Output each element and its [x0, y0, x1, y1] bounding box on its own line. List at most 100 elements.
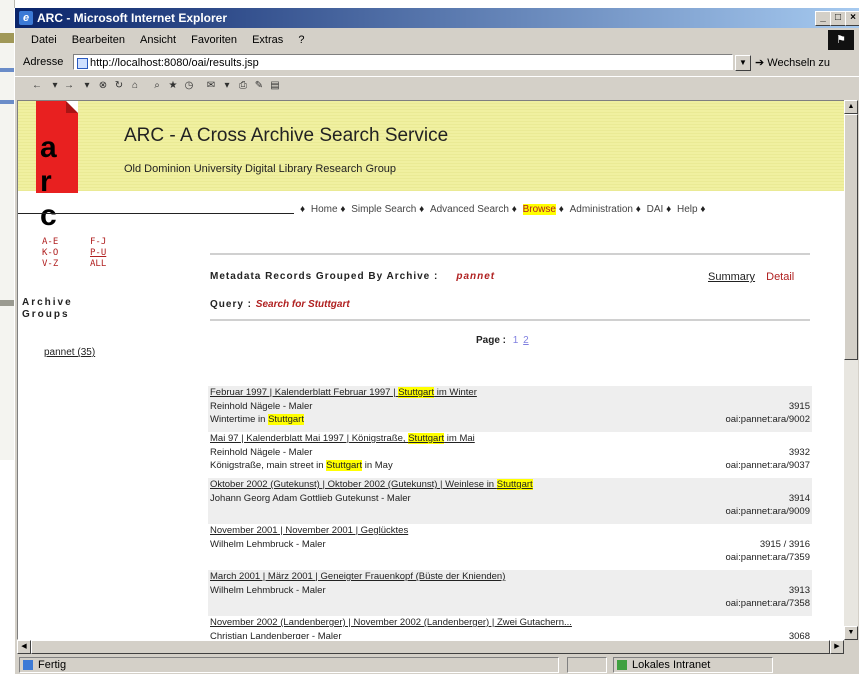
nav-bullet: ♦: [300, 204, 306, 215]
page-viewport: a r c ARC - A Cross Archive Search Servi…: [17, 100, 845, 640]
letter-link-f-j[interactable]: F-J: [90, 237, 106, 248]
favorites-icon[interactable]: ★: [167, 80, 179, 92]
query-text: Search for Stuttgart: [255, 299, 350, 310]
query-label: Query :: [210, 299, 253, 310]
mail-icon[interactable]: ✉: [205, 80, 217, 92]
nav-simple-search[interactable]: Simple Search: [351, 204, 416, 215]
record-author: Reinhold Nägele - Maler: [210, 447, 313, 458]
archive-link-pannet[interactable]: pannet (35): [44, 347, 95, 358]
page-link-2[interactable]: 2: [523, 335, 529, 346]
record-description: Königstraße, main street in Stuttgart in…: [210, 460, 393, 471]
menu-help[interactable]: ?: [298, 34, 304, 46]
scroll-down-icon[interactable]: ▼: [844, 626, 858, 640]
record-title-pre: Oktober 2002 (Gutekunst) | Oktober 2002 …: [210, 479, 497, 490]
logo-fold: [66, 101, 78, 113]
go-button[interactable]: ➔ Wechseln zu: [755, 56, 830, 69]
desktop-icon[interactable]: [0, 68, 14, 72]
history-icon[interactable]: ◷: [183, 80, 195, 92]
horizontal-scrollbar[interactable]: ◀ ▶: [17, 640, 844, 654]
menu-extras[interactable]: Extras: [252, 34, 283, 46]
minimize-button[interactable]: _: [815, 11, 831, 26]
vertical-scrollbar[interactable]: ▲ ▼: [844, 100, 858, 640]
menu-bearbeiten[interactable]: Bearbeiten: [72, 34, 125, 46]
record-title-link[interactable]: Februar 1997 | Kalenderblatt Februar 199…: [210, 387, 477, 398]
windows-logo-icon: ⚑: [828, 30, 854, 50]
record-title-link[interactable]: March 2001 | März 2001 | Geneigter Fraue…: [210, 571, 505, 582]
print-icon[interactable]: ⎙: [237, 80, 249, 92]
menu-ansicht[interactable]: Ansicht: [140, 34, 176, 46]
maximize-button[interactable]: □: [830, 11, 846, 26]
forward-icon[interactable]: →: [63, 80, 75, 92]
record-title-link[interactable]: Mai 97 | Kalenderblatt Mai 1997 | Königs…: [210, 433, 475, 444]
nav-dai[interactable]: DAI: [647, 204, 664, 215]
record-oai-id: oai:pannet:ara/7359: [725, 552, 810, 563]
results-mid-rule: [210, 319, 810, 321]
nav-help[interactable]: Help: [677, 204, 698, 215]
horizontal-scroll-thumb[interactable]: [31, 640, 830, 654]
record-title-link[interactable]: Oktober 2002 (Gutekunst) | Oktober 2002 …: [210, 479, 533, 490]
record-title-link[interactable]: November 2001 | November 2001 | Geglückt…: [210, 525, 408, 536]
summary-link[interactable]: Summary: [708, 271, 755, 283]
letter-link-v-z[interactable]: V-Z: [42, 259, 58, 270]
menu-bar: Datei Bearbeiten Ansicht Favoriten Extra…: [15, 30, 859, 50]
desktop-icon[interactable]: [0, 300, 14, 306]
letter-link-all[interactable]: ALL: [90, 259, 106, 270]
go-label: Wechseln zu: [767, 57, 831, 69]
menu-datei[interactable]: Datei: [31, 34, 57, 46]
record-desc-pre: Königstraße, main street in: [210, 460, 327, 471]
mail-dropdown-icon[interactable]: ▾: [221, 80, 233, 92]
letter-link-k-o[interactable]: K-O: [42, 248, 58, 259]
record-title-pre: March 2001 | März 2001 | Geneigter Fraue…: [210, 571, 506, 582]
edit-icon[interactable]: ✎: [253, 80, 265, 92]
address-bar: Adresse http://localhost:8080/oai/result…: [15, 52, 859, 74]
nav-bullet: ♦: [419, 204, 425, 215]
menu-favoriten[interactable]: Favoriten: [191, 34, 237, 46]
site-title: ARC - A Cross Archive Search Service: [124, 125, 449, 146]
record-number: 3915: [788, 401, 810, 412]
record-desc-post: in May: [362, 460, 393, 471]
home-icon[interactable]: ⌂: [129, 80, 141, 92]
close-button[interactable]: ×: [845, 11, 859, 26]
desktop-icon[interactable]: [0, 33, 14, 43]
stop-icon[interactable]: ⊗: [97, 80, 109, 92]
record-author: Johann Georg Adam Gottlieb Gutekunst - M…: [210, 493, 411, 504]
refresh-icon[interactable]: ↻: [113, 80, 125, 92]
scroll-left-icon[interactable]: ◀: [17, 640, 31, 654]
record-author: Christian Landenberger - Maler: [210, 631, 342, 640]
nav-bullet: ♦: [700, 204, 706, 215]
search-icon[interactable]: ⌕: [151, 80, 163, 92]
discuss-icon[interactable]: ▤: [269, 80, 281, 92]
record-description: Wintertime in Stuttgart: [210, 414, 304, 425]
page-link-1[interactable]: 1: [513, 335, 519, 346]
scroll-up-icon[interactable]: ▲: [844, 100, 858, 114]
nav-browse[interactable]: Browse: [522, 204, 556, 215]
nav-administration[interactable]: Administration: [570, 204, 633, 215]
vertical-scroll-thumb[interactable]: [844, 114, 858, 360]
address-input[interactable]: http://localhost:8080/oai/results.jsp: [73, 54, 733, 70]
intranet-icon: [617, 660, 627, 670]
results-top-rule: [210, 253, 810, 255]
scroll-right-icon[interactable]: ▶: [830, 640, 844, 654]
record-title-link[interactable]: November 2002 (Landenberger) | November …: [210, 617, 572, 628]
arc-logo[interactable]: a r c: [36, 101, 78, 232]
record-title-post: im Mai: [444, 433, 475, 444]
record-oai-id: oai:pannet:ara/9002: [725, 414, 810, 425]
desktop-icon[interactable]: [0, 100, 14, 104]
forward-dropdown-icon[interactable]: ▾: [81, 80, 93, 92]
record-number: 3915 / 3916: [759, 539, 810, 550]
back-icon[interactable]: ←: [31, 80, 43, 92]
back-dropdown-icon[interactable]: ▾: [49, 80, 61, 92]
detail-link[interactable]: Detail: [766, 271, 794, 283]
nav-advanced-search[interactable]: Advanced Search: [430, 204, 509, 215]
record-number: 3932: [788, 447, 810, 458]
address-dropdown-icon[interactable]: ▼: [735, 55, 751, 71]
nav-divider: [18, 213, 294, 214]
page-label: Page :: [476, 335, 507, 346]
ie-icon: e: [19, 11, 33, 25]
zone-text: Lokales Intranet: [632, 659, 711, 671]
title-bar[interactable]: e ARC - Microsoft Internet Explorer _ □ …: [15, 8, 859, 28]
letter-link-a-e[interactable]: A-E: [42, 237, 58, 248]
letter-link-p-u[interactable]: P-U: [90, 248, 106, 259]
nav-home[interactable]: Home: [311, 204, 338, 215]
nav-bullet: ♦: [558, 204, 564, 215]
